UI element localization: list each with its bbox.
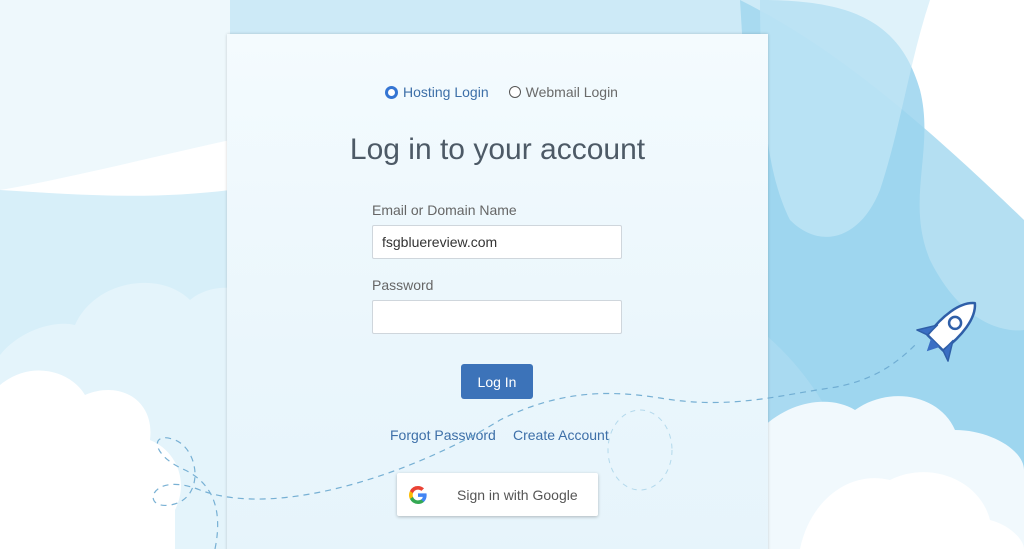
hosting-login-radio[interactable]: Hosting Login [385, 84, 489, 100]
webmail-login-radio[interactable]: Webmail Login [508, 84, 618, 100]
email-label: Email or Domain Name [372, 202, 517, 218]
radio-unchecked-icon [508, 86, 521, 98]
google-signin-label: Sign in with Google [457, 486, 578, 503]
radio-checked-icon [385, 85, 398, 99]
password-label: Password [372, 277, 434, 293]
google-g-icon [409, 485, 427, 504]
email-input[interactable] [372, 225, 622, 259]
password-input[interactable] [372, 300, 622, 334]
login-button[interactable]: Log In [461, 364, 533, 399]
create-account-link[interactable]: Create Account [513, 427, 609, 443]
login-type-selector: Hosting Login Webmail Login [385, 84, 638, 100]
forgot-password-link[interactable]: Forgot Password [390, 427, 496, 443]
page-title: Log in to your account [349, 133, 646, 166]
google-signin-button[interactable]: Sign in with Google [397, 473, 598, 516]
hosting-login-label: Hosting Login [403, 84, 489, 100]
webmail-login-label: Webmail Login [525, 84, 618, 100]
login-card [227, 34, 768, 549]
